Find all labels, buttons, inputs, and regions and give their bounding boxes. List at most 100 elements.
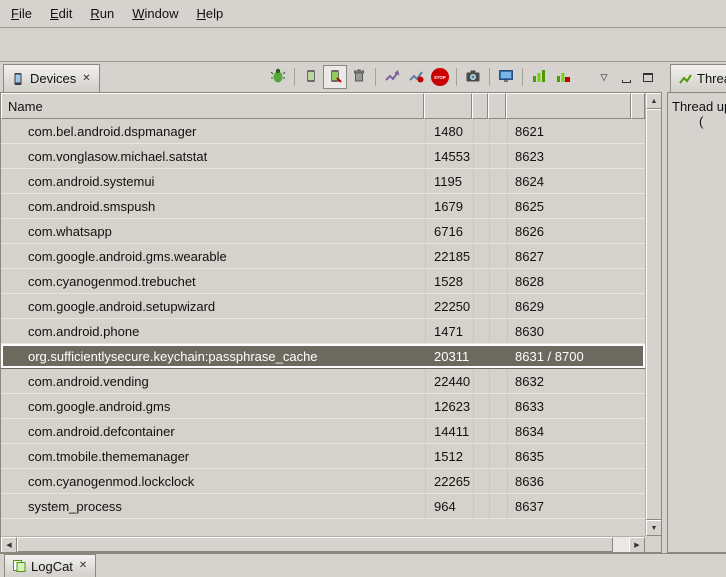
process-row[interactable]: com.android.smspush16798625 bbox=[1, 194, 645, 219]
process-row[interactable]: com.google.android.gms126238633 bbox=[1, 394, 645, 419]
device-icon bbox=[11, 72, 25, 86]
tab-logcat-label: LogCat bbox=[31, 559, 73, 574]
horizontal-scrollbar: ◀ ▶ bbox=[1, 536, 645, 552]
process-blank2 bbox=[490, 444, 508, 468]
process-name: com.whatsapp bbox=[1, 219, 426, 243]
process-row[interactable]: com.cyanogenmod.trebuchet15288628 bbox=[1, 269, 645, 294]
threads-view: Threa Thread up ( bbox=[667, 62, 726, 553]
vertical-scroll-thumb[interactable] bbox=[646, 109, 662, 520]
process-pid: 1528 bbox=[426, 269, 474, 293]
process-row[interactable]: com.bel.android.dspmanager14808621 bbox=[1, 119, 645, 144]
process-row[interactable]: com.android.systemui11958624 bbox=[1, 169, 645, 194]
process-row[interactable]: system_process9648637 bbox=[1, 494, 645, 519]
process-name: com.google.android.setupwizard bbox=[1, 294, 426, 318]
process-blank2 bbox=[490, 244, 508, 268]
column-header-name[interactable]: Name bbox=[1, 93, 424, 119]
stop-method-profiling-button[interactable] bbox=[551, 65, 575, 89]
scroll-right-icon[interactable]: ▶ bbox=[629, 537, 645, 553]
close-icon[interactable]: ✕ bbox=[81, 74, 91, 84]
process-pid: 22440 bbox=[426, 369, 474, 393]
stop-process-button[interactable]: STOP bbox=[428, 65, 452, 89]
cause-gc-button[interactable] bbox=[347, 65, 371, 89]
process-pid: 14411 bbox=[426, 419, 474, 443]
minimize-icon bbox=[622, 80, 631, 83]
menu-help[interactable]: Help bbox=[187, 0, 232, 27]
process-name: com.bel.android.dspmanager bbox=[1, 119, 426, 143]
tab-devices[interactable]: Devices ✕ bbox=[3, 64, 100, 92]
process-port: 8629 bbox=[508, 294, 634, 318]
menu-edit[interactable]: Edit bbox=[41, 0, 81, 27]
column-header-blank2 bbox=[488, 93, 506, 119]
process-name: com.android.vending bbox=[1, 369, 426, 393]
stop-profiling-icon bbox=[555, 68, 571, 87]
process-row[interactable]: com.whatsapp67168626 bbox=[1, 219, 645, 244]
refresh-threads-button[interactable] bbox=[404, 65, 428, 89]
tab-threads[interactable]: Threa bbox=[670, 64, 726, 92]
scroll-up-icon[interactable]: ▲ bbox=[646, 93, 662, 109]
system-info-button[interactable] bbox=[494, 65, 518, 89]
scroll-left-icon[interactable]: ◀ bbox=[1, 537, 17, 553]
process-row[interactable]: com.android.defcontainer144118634 bbox=[1, 419, 645, 444]
process-blank1 bbox=[474, 119, 490, 143]
process-blank2 bbox=[490, 344, 508, 368]
toolbar-separator bbox=[489, 68, 490, 86]
process-pid: 964 bbox=[426, 494, 474, 518]
process-blank1 bbox=[474, 144, 490, 168]
update-heap-icon bbox=[303, 68, 319, 87]
update-threads-button[interactable] bbox=[380, 65, 404, 89]
process-row[interactable]: com.cyanogenmod.lockclock222658636 bbox=[1, 469, 645, 494]
process-row[interactable]: com.tmobile.thememanager15128635 bbox=[1, 444, 645, 469]
scroll-down-icon[interactable]: ▼ bbox=[646, 520, 662, 536]
update-threads-icon bbox=[384, 68, 400, 87]
tab-logcat[interactable]: LogCat ✕ bbox=[4, 554, 96, 577]
process-port: 8625 bbox=[508, 194, 634, 218]
menu-file[interactable]: File bbox=[2, 0, 41, 27]
column-header-pid bbox=[424, 93, 472, 119]
close-icon[interactable]: ✕ bbox=[78, 561, 88, 571]
view-menu-button[interactable]: ▽ bbox=[593, 66, 615, 88]
process-blank1 bbox=[474, 419, 490, 443]
menu-window[interactable]: Window bbox=[123, 0, 187, 27]
threads-tabbar: Threa bbox=[667, 62, 726, 92]
process-row[interactable]: com.vonglasow.michael.satstat145538623 bbox=[1, 144, 645, 169]
process-blank1 bbox=[474, 169, 490, 193]
start-method-profiling-button[interactable] bbox=[527, 65, 551, 89]
menu-run[interactable]: Run bbox=[81, 0, 123, 27]
process-port: 8627 bbox=[508, 244, 634, 268]
menubar: FileEditRunWindowHelp bbox=[0, 0, 726, 28]
process-blank2 bbox=[490, 394, 508, 418]
process-row[interactable]: com.android.vending224408632 bbox=[1, 369, 645, 394]
dump-hprof-icon bbox=[327, 68, 343, 87]
minimize-button[interactable] bbox=[615, 66, 637, 88]
process-name: com.tmobile.thememanager bbox=[1, 444, 426, 468]
process-blank1 bbox=[474, 194, 490, 218]
screen-capture-button[interactable] bbox=[461, 65, 485, 89]
process-row[interactable]: com.google.android.setupwizard222508629 bbox=[1, 294, 645, 319]
update-heap-button[interactable] bbox=[299, 65, 323, 89]
process-blank1 bbox=[474, 269, 490, 293]
process-blank1 bbox=[474, 494, 490, 518]
main-toolbar bbox=[0, 28, 726, 62]
horizontal-scroll-thumb[interactable] bbox=[17, 537, 613, 552]
process-pid: 22185 bbox=[426, 244, 474, 268]
process-port: 8631 / 8700 bbox=[508, 344, 634, 368]
process-port: 8626 bbox=[508, 219, 634, 243]
logcat-icon bbox=[12, 559, 26, 573]
toolbar-separator bbox=[522, 68, 523, 86]
process-port: 8623 bbox=[508, 144, 634, 168]
process-row[interactable]: com.android.phone14718630 bbox=[1, 319, 645, 344]
process-name: com.android.defcontainer bbox=[1, 419, 426, 443]
start-profiling-icon bbox=[531, 68, 547, 87]
threads-icon bbox=[678, 72, 692, 86]
process-name: com.vonglasow.michael.satstat bbox=[1, 144, 426, 168]
debug-process-button[interactable] bbox=[266, 65, 290, 89]
dump-hprof-button[interactable] bbox=[323, 65, 347, 89]
process-row[interactable]: org.sufficientlysecure.keychain:passphra… bbox=[1, 344, 645, 369]
maximize-button[interactable] bbox=[637, 66, 659, 88]
vertical-scrollbar: ▲ ▼ bbox=[645, 93, 661, 536]
column-header-port bbox=[506, 93, 631, 119]
process-name: system_process bbox=[1, 494, 426, 518]
process-blank2 bbox=[490, 494, 508, 518]
process-blank2 bbox=[490, 169, 508, 193]
process-row[interactable]: com.google.android.gms.wearable221858627 bbox=[1, 244, 645, 269]
